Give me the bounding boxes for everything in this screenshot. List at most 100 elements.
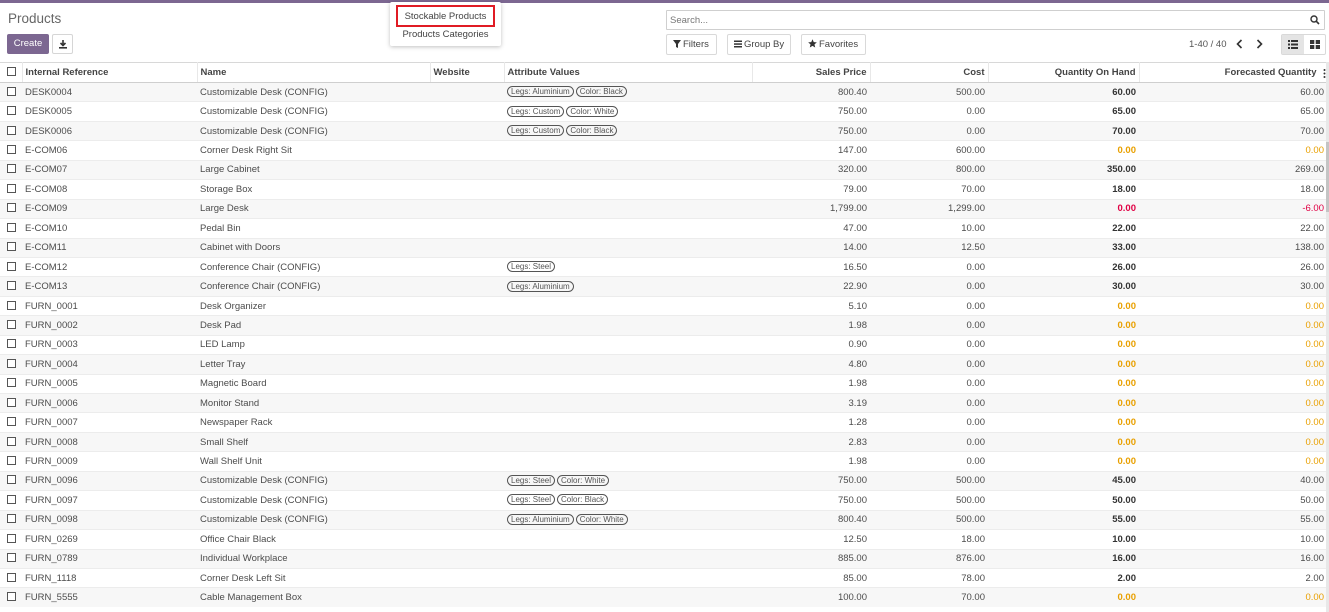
- table-row[interactable]: E-COM12 Conference Chair (CONFIG) Legs: St…: [0, 257, 1329, 276]
- table-row[interactable]: FURN_0269 Office Chair Black 12.50 18.00 10.…: [0, 529, 1329, 549]
- row-checkbox-cell[interactable]: [0, 452, 22, 471]
- download-button[interactable]: [52, 34, 73, 54]
- row-checkbox[interactable]: [7, 553, 16, 563]
- row-checkbox-cell[interactable]: [0, 316, 22, 335]
- row-checkbox-cell[interactable]: [0, 374, 22, 393]
- table-row[interactable]: FURN_0009 Wall Shelf Unit 1.98 0.00 0.00 0.00: [0, 451, 1329, 471]
- row-checkbox[interactable]: [7, 106, 16, 116]
- row-checkbox-cell[interactable]: [0, 180, 22, 199]
- row-checkbox-cell[interactable]: [0, 355, 22, 374]
- row-checkbox[interactable]: [7, 572, 16, 582]
- column-sales-price[interactable]: Sales Price: [752, 62, 871, 83]
- favorites-button[interactable]: Favorites: [801, 34, 866, 55]
- column-name[interactable]: Name: [197, 62, 431, 83]
- row-checkbox-cell[interactable]: [0, 471, 22, 490]
- table-row[interactable]: FURN_0098 Customizable Desk (CONFIG) Legs:…: [0, 510, 1329, 530]
- row-checkbox-cell[interactable]: [0, 219, 22, 238]
- column-website[interactable]: Website: [430, 62, 505, 83]
- row-checkbox-cell[interactable]: [0, 491, 22, 510]
- row-checkbox-cell[interactable]: [0, 510, 22, 529]
- table-row[interactable]: DESK0004 Customizable Desk (CONFIG) Legs: …: [0, 82, 1329, 102]
- table-row[interactable]: FURN_0005 Magnetic Board 1.98 0.00 0.00 0.00: [0, 374, 1329, 393]
- row-checkbox[interactable]: [7, 397, 16, 407]
- row-checkbox[interactable]: [7, 494, 16, 504]
- chevron-right-icon[interactable]: [1253, 38, 1265, 50]
- column-quantity-on-hand[interactable]: Quantity On Hand: [988, 62, 1140, 83]
- row-checkbox[interactable]: [7, 125, 16, 135]
- row-checkbox-cell[interactable]: [0, 238, 22, 257]
- row-checkbox-cell[interactable]: [0, 199, 22, 218]
- table-row[interactable]: E-COM08 Storage Box 79.00 70.00 18.00 18.00: [0, 179, 1329, 199]
- row-checkbox[interactable]: [7, 436, 16, 446]
- row-checkbox-cell[interactable]: [0, 530, 22, 549]
- table-row[interactable]: FURN_0003 LED Lamp 0.90 0.00 0.00 0.00: [0, 335, 1329, 354]
- row-checkbox-cell[interactable]: [0, 277, 22, 296]
- search-icon[interactable]: [1310, 15, 1320, 25]
- select-all-checkbox-cell[interactable]: [0, 62, 23, 83]
- row-checkbox-cell[interactable]: [0, 588, 22, 607]
- row-checkbox-cell[interactable]: [0, 257, 22, 276]
- row-checkbox-cell[interactable]: [0, 394, 22, 413]
- table-row[interactable]: E-COM09 Large Desk 1,799.00 1,299.00 0.00 -6.…: [0, 199, 1329, 219]
- row-checkbox[interactable]: [7, 592, 16, 602]
- column-internal-reference[interactable]: Internal Reference: [22, 62, 198, 83]
- row-checkbox[interactable]: [7, 145, 16, 155]
- group-by-button[interactable]: Group By: [727, 34, 791, 55]
- row-checkbox[interactable]: [7, 339, 16, 349]
- menu-item-products-categories[interactable]: Products Categories: [390, 29, 501, 40]
- table-row[interactable]: FURN_0006 Monitor Stand 3.19 0.00 0.00 0.00: [0, 393, 1329, 413]
- table-row[interactable]: FURN_1118 Corner Desk Left Sit 85.00 78.00 2…: [0, 568, 1329, 587]
- column-cost[interactable]: Cost: [870, 62, 989, 83]
- select-all-checkbox[interactable]: [7, 67, 16, 76]
- table-row[interactable]: FURN_0789 Individual Workplace 885.00 876.0…: [0, 549, 1329, 569]
- row-checkbox[interactable]: [7, 319, 16, 329]
- row-checkbox[interactable]: [7, 261, 16, 271]
- column-forecasted-quantity[interactable]: Forecasted Quantity: [1139, 62, 1329, 83]
- row-checkbox-cell[interactable]: [0, 141, 22, 160]
- table-row[interactable]: DESK0006 Customizable Desk (CONFIG) Legs: …: [0, 121, 1329, 141]
- filters-button[interactable]: Filters: [666, 34, 717, 55]
- row-checkbox[interactable]: [7, 86, 16, 96]
- chevron-left-icon[interactable]: [1234, 38, 1246, 50]
- table-row[interactable]: FURN_5555 Cable Management Box 100.00 70.00…: [0, 587, 1329, 608]
- row-checkbox[interactable]: [7, 358, 16, 368]
- row-checkbox-cell[interactable]: [0, 549, 22, 568]
- row-checkbox-cell[interactable]: [0, 121, 22, 140]
- table-row[interactable]: E-COM06 Corner Desk Right Sit 147.00 600.00…: [0, 140, 1329, 160]
- row-checkbox-cell[interactable]: [0, 83, 22, 102]
- table-row[interactable]: FURN_0004 Letter Tray 4.80 0.00 0.00 0.00: [0, 354, 1329, 375]
- row-checkbox-cell[interactable]: [0, 296, 22, 315]
- row-checkbox[interactable]: [7, 514, 16, 524]
- row-checkbox-cell[interactable]: [0, 102, 22, 121]
- table-row[interactable]: FURN_0002 Desk Pad 1.98 0.00 0.00 0.00: [0, 315, 1329, 336]
- table-row[interactable]: FURN_0007 Newspaper Rack 1.28 0.00 0.00 0.00: [0, 412, 1329, 432]
- row-checkbox-cell[interactable]: [0, 568, 22, 587]
- row-checkbox[interactable]: [7, 456, 16, 466]
- row-checkbox[interactable]: [7, 222, 16, 232]
- table-row[interactable]: DESK0005 Customizable Desk (CONFIG) Legs: …: [0, 101, 1329, 121]
- table-row[interactable]: FURN_0097 Customizable Desk (CONFIG) Legs:…: [0, 490, 1329, 510]
- row-checkbox[interactable]: [7, 164, 16, 174]
- kanban-view-button[interactable]: [1304, 35, 1326, 54]
- row-checkbox-cell[interactable]: [0, 160, 22, 179]
- table-row[interactable]: E-COM11 Cabinet with Doors 14.00 12.50 33.00…: [0, 238, 1329, 258]
- row-checkbox[interactable]: [7, 203, 16, 213]
- row-checkbox[interactable]: [7, 378, 16, 388]
- row-checkbox-cell[interactable]: [0, 335, 22, 354]
- row-checkbox-cell[interactable]: [0, 432, 22, 451]
- row-checkbox[interactable]: [7, 417, 16, 427]
- search-input[interactable]: [670, 14, 1290, 27]
- row-checkbox[interactable]: [7, 183, 16, 193]
- table-row[interactable]: FURN_0001 Desk Organizer 5.10 0.00 0.00 0.00: [0, 296, 1329, 315]
- row-checkbox[interactable]: [7, 242, 16, 252]
- table-row[interactable]: FURN_0008 Small Shelf 2.83 0.00 0.00 0.00: [0, 432, 1329, 452]
- row-checkbox[interactable]: [7, 533, 16, 543]
- row-checkbox-cell[interactable]: [0, 413, 22, 432]
- create-button[interactable]: Create: [7, 34, 49, 54]
- table-row[interactable]: FURN_0096 Customizable Desk (CONFIG) Legs:…: [0, 471, 1329, 491]
- column-attribute-values[interactable]: Attribute Values: [504, 62, 753, 83]
- table-row[interactable]: E-COM10 Pedal Bin 47.00 10.00 22.00 22.00: [0, 218, 1329, 238]
- row-checkbox[interactable]: [7, 475, 16, 485]
- row-checkbox[interactable]: [7, 300, 16, 310]
- list-view-button[interactable]: [1282, 35, 1304, 54]
